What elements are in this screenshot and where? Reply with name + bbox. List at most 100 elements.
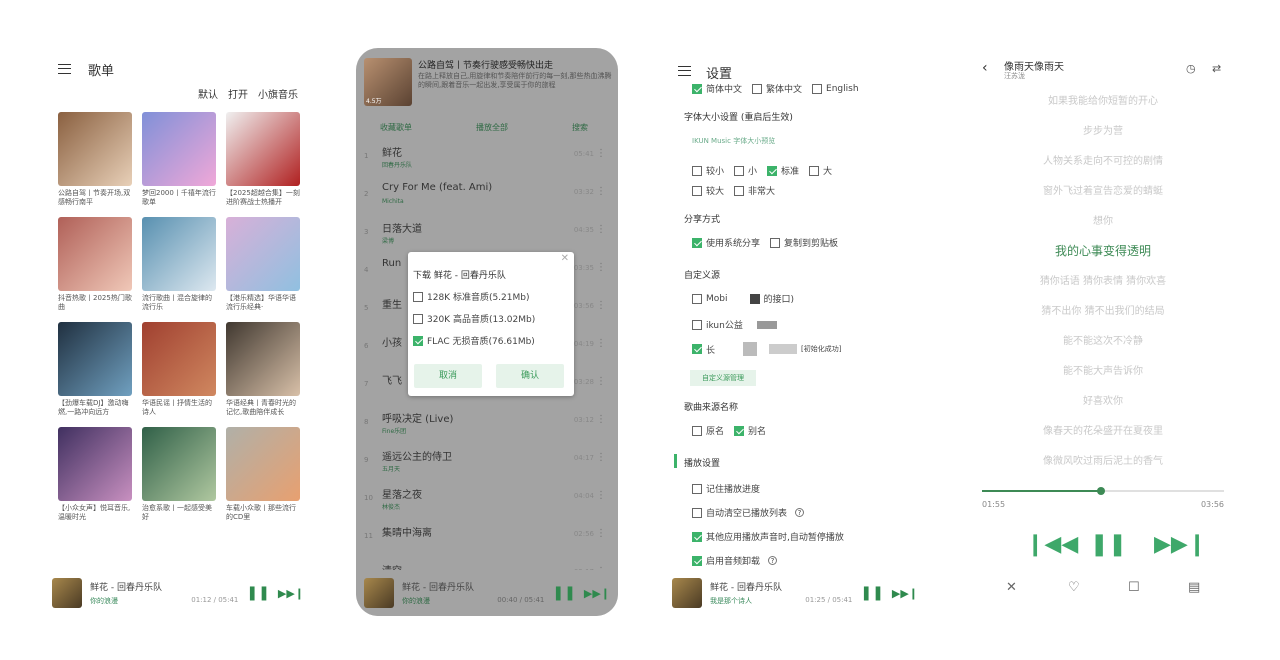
song-row[interactable]: 1 鲜花 回春丹乐队 05:41 ⋮ xyxy=(356,138,618,174)
mini-player[interactable]: 鲜花 - 回春丹乐队 你的浪漫 00:40 / 05:41 ❚❚ ▶▶❙ xyxy=(356,570,618,616)
playlist-cover[interactable] xyxy=(58,322,132,396)
playlist-card[interactable]: 梦回2000丨千禧年流行歌单 xyxy=(142,112,216,209)
close-icon[interactable]: ✕ xyxy=(561,253,569,264)
song-row[interactable]: 9 遥远公主的侍卫 五月天 04:17 ⋮ xyxy=(356,442,618,478)
song-row[interactable]: 11 集晴中海离 02:56 ⋮ xyxy=(356,518,618,554)
lyric-toggle-icon[interactable]: ✕ xyxy=(1006,580,1017,595)
checkbox[interactable] xyxy=(812,83,823,94)
menu-icon[interactable] xyxy=(58,64,71,74)
checkbox[interactable] xyxy=(692,531,702,542)
lang-option[interactable]: English xyxy=(812,82,859,95)
source-option[interactable]: Mobi 的接口) xyxy=(692,292,794,305)
pause-icon[interactable]: ❚❚ xyxy=(246,585,269,601)
source-manage-button[interactable]: 自定义源管理 xyxy=(690,370,756,386)
more-icon[interactable]: ⋮ xyxy=(596,376,606,387)
back-icon[interactable]: ‹ xyxy=(982,60,988,76)
playlist-cover[interactable] xyxy=(58,217,132,291)
album-art[interactable] xyxy=(672,578,702,608)
progress-knob[interactable] xyxy=(1096,487,1105,495)
song-row[interactable]: 8 呼吸决定 (Live) Fine乐团 03:12 ⋮ xyxy=(356,404,618,440)
more-icon[interactable]: ⋮ xyxy=(596,224,606,235)
more-icon[interactable]: ▤ xyxy=(1188,580,1200,595)
playlist-card[interactable]: 华语民谣丨抒情生活的诗人 xyxy=(142,322,216,419)
checkbox[interactable] xyxy=(692,483,702,494)
share-option[interactable]: 使用系统分享 xyxy=(692,236,760,249)
playlist-card[interactable]: 【小众女声】悦耳音乐,温暖时光 xyxy=(58,427,132,524)
play-option[interactable]: 自动清空已播放列表? xyxy=(692,506,805,519)
playlist-cover[interactable] xyxy=(142,217,216,291)
more-icon[interactable]: ⋮ xyxy=(596,414,606,425)
help-icon[interactable]: ? xyxy=(768,556,778,565)
collect-button[interactable]: 收藏歌单 xyxy=(380,122,412,133)
font-option[interactable]: 标准 xyxy=(767,164,799,177)
font-option[interactable]: 小 xyxy=(734,164,757,177)
share-option[interactable]: 复制到剪贴板 xyxy=(770,236,838,249)
name-option[interactable]: 别名 xyxy=(734,424,766,437)
play-option[interactable]: 启用音频卸载? xyxy=(692,554,778,567)
playlist-cover[interactable] xyxy=(142,427,216,501)
checkbox[interactable] xyxy=(413,291,423,302)
checkbox[interactable] xyxy=(752,83,763,94)
more-icon[interactable]: ⋮ xyxy=(596,262,606,273)
more-icon[interactable]: ⋮ xyxy=(596,490,606,501)
playlist-icon[interactable]: ☐ xyxy=(1128,580,1140,595)
playlist-card[interactable]: 车载小众歌丨那些流行的CD里 xyxy=(226,427,300,524)
checkbox[interactable] xyxy=(413,335,423,346)
cancel-button[interactable]: 取消 xyxy=(414,364,482,388)
more-icon[interactable]: ⋮ xyxy=(596,452,606,463)
checkbox[interactable] xyxy=(767,165,778,176)
more-icon[interactable]: ⋮ xyxy=(596,338,606,349)
playlist-card[interactable]: 【港乐精选】华语华语流行乐经典· xyxy=(226,217,300,314)
sort-tab-source[interactable]: 小旗音乐 xyxy=(258,86,298,101)
pause-icon[interactable]: ❚❚ xyxy=(1090,532,1127,557)
font-option[interactable]: 较大 xyxy=(692,184,724,197)
song-row[interactable]: 10 星落之夜 林俊杰 04:04 ⋮ xyxy=(356,480,618,516)
more-icon[interactable]: ⋮ xyxy=(596,186,606,197)
checkbox[interactable] xyxy=(734,425,745,436)
sort-tab-open[interactable]: 打开 xyxy=(228,86,248,101)
playlist-cover[interactable] xyxy=(226,217,300,291)
next-icon[interactable]: ▶▶❙ xyxy=(1154,532,1206,557)
play-option[interactable]: 记住播放进度 xyxy=(692,482,760,495)
checkbox[interactable] xyxy=(692,555,702,566)
playlist-cover[interactable] xyxy=(142,112,216,186)
source-option[interactable]: 长 [初始化成功] xyxy=(692,342,841,356)
mini-player[interactable]: 鲜花 - 回春丹乐队 我是那个诗人 01:25 / 05:41 ❚❚ ▶▶❙ xyxy=(664,570,926,616)
next-icon[interactable]: ▶▶❙ xyxy=(892,587,918,600)
checkbox[interactable] xyxy=(692,425,702,436)
checkbox[interactable] xyxy=(692,507,702,518)
checkbox[interactable] xyxy=(692,165,702,176)
confirm-button[interactable]: 确认 xyxy=(496,364,564,388)
playlist-cover[interactable] xyxy=(226,322,300,396)
quality-option[interactable]: 128K 标准音质(5.21Mb) xyxy=(413,290,529,303)
previous-icon[interactable]: ❙◀◀ xyxy=(1026,532,1078,557)
playlist-card[interactable]: 华语经典丨青春时光的记忆,歌曲陪伴成长 xyxy=(226,322,300,419)
checkbox[interactable] xyxy=(692,83,702,94)
sort-tab-default[interactable]: 默认 xyxy=(198,86,218,101)
name-option[interactable]: 原名 xyxy=(692,424,724,437)
playlist-cover[interactable] xyxy=(142,322,216,396)
quality-option[interactable]: FLAC 无损音质(76.61Mb) xyxy=(413,334,535,347)
checkbox[interactable] xyxy=(692,293,702,304)
more-icon[interactable]: ⋮ xyxy=(596,300,606,311)
playlist-card[interactable]: 抖音热歌丨2025热门歌曲 xyxy=(58,217,132,314)
mini-player[interactable]: 鲜花 - 回春丹乐队 你的浪漫 01:12 / 05:41 ❚❚ ▶▶❙ xyxy=(44,570,312,616)
checkbox[interactable] xyxy=(770,237,781,248)
settings-icon[interactable]: ⇄ xyxy=(1212,62,1221,75)
checkbox[interactable] xyxy=(692,344,702,354)
checkbox[interactable] xyxy=(734,185,745,196)
search-button[interactable]: 搜索 xyxy=(572,122,588,133)
checkbox[interactable] xyxy=(734,165,745,176)
comment-icon[interactable]: ♡ xyxy=(1068,580,1080,595)
checkbox[interactable] xyxy=(809,165,820,176)
song-row[interactable]: 2 Cry For Me (feat. Ami) Michita 03:32 ⋮ xyxy=(356,176,618,212)
playlist-card[interactable]: 流行歌曲丨混合旋律的流行乐 xyxy=(142,217,216,314)
next-icon[interactable]: ▶▶❙ xyxy=(584,587,610,600)
playlist-cover[interactable] xyxy=(226,112,300,186)
playlist-card[interactable]: 【2025超越合集】一刻进阶赛战士热播开 xyxy=(226,112,300,209)
menu-icon[interactable] xyxy=(678,66,691,76)
checkbox[interactable] xyxy=(692,185,702,196)
checkbox[interactable] xyxy=(692,319,702,330)
font-option[interactable]: 非常大 xyxy=(734,184,775,197)
pause-icon[interactable]: ❚❚ xyxy=(552,585,575,601)
